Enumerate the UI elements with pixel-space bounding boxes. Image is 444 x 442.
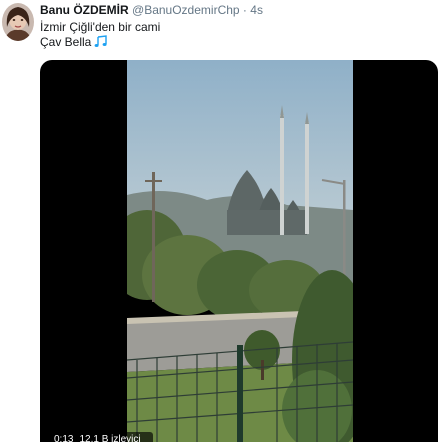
tweet-text-line-1: İzmir Çiğli'den bir cami: [40, 20, 161, 34]
author-name[interactable]: Banu ÖZDEMİR: [40, 3, 129, 17]
musical-notes-icon: [94, 35, 108, 47]
video-info-badge: 0:13 12,1 B izleyici: [48, 432, 153, 442]
separator: ·: [242, 3, 247, 17]
avatar-image: [2, 3, 34, 41]
video-frame: [127, 60, 353, 442]
timestamp[interactable]: 4s: [250, 3, 263, 17]
tweet-text-line-2: Çav Bella: [40, 35, 440, 50]
tweet-body: Banu ÖZDEMİR @BanuOzdemirChp · 4s İzmir …: [40, 2, 440, 50]
video-elapsed: 0:13: [54, 434, 74, 442]
video-views: 12,1 B izleyici: [79, 434, 141, 442]
tweet-header: Banu ÖZDEMİR @BanuOzdemirChp · 4s: [40, 2, 440, 18]
video-player[interactable]: 0:13 12,1 B izleyici: [40, 60, 438, 442]
tweet-text: İzmir Çiğli'den bir cami Çav Bella: [40, 20, 440, 50]
video-scene: [127, 60, 353, 442]
avatar[interactable]: [2, 3, 34, 41]
tweet-text-line-2-text: Çav Bella: [40, 35, 92, 49]
author-handle[interactable]: @BanuOzdemirChp: [132, 3, 240, 17]
